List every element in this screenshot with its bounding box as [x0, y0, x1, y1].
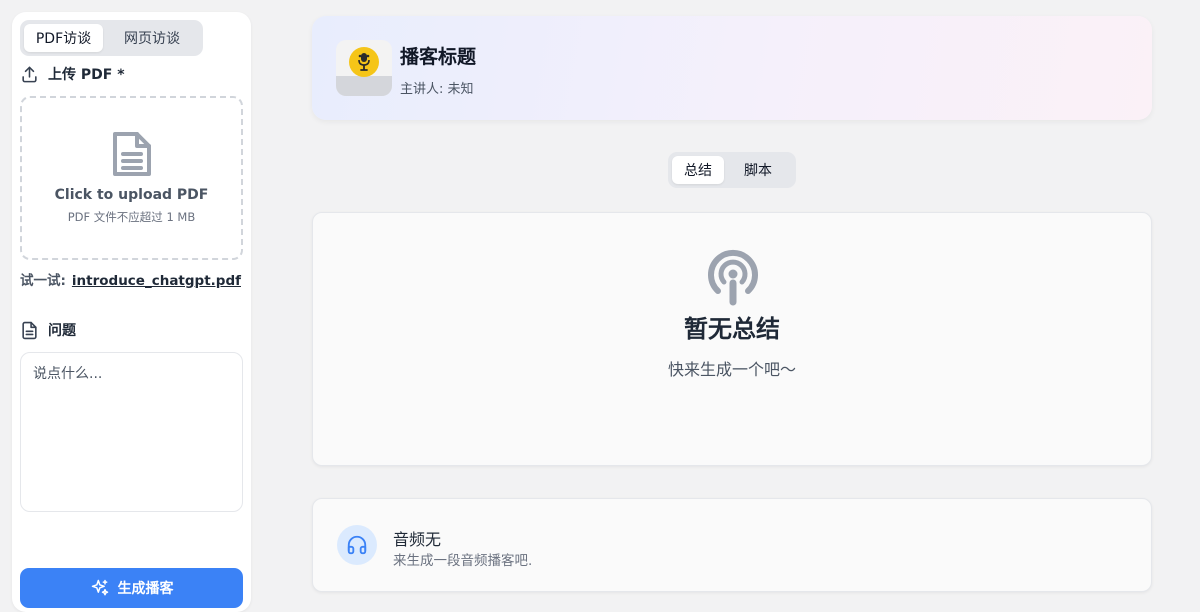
tab-script[interactable]: 脚本 [728, 156, 788, 184]
try-row: 试一试: introduce_chatgpt.pdf [20, 269, 241, 289]
upload-label: 上传 PDF * [20, 64, 125, 84]
summary-empty-subtitle: 快来生成一个吧～ [667, 360, 796, 379]
podcast-header: 播客标题 主讲人: 未知 [312, 16, 1152, 120]
avatar-base [336, 76, 392, 96]
sparkles-icon [91, 579, 108, 596]
question-label: 问题 [20, 320, 76, 340]
headphones-icon [337, 525, 377, 565]
tab-summary[interactable]: 总结 [672, 156, 724, 184]
microphone-icon [349, 47, 379, 77]
summary-panel: 暂无总结 快来生成一个吧～ [312, 212, 1152, 466]
try-prefix: 试一试: [20, 273, 66, 289]
document-icon [112, 132, 151, 176]
sample-pdf-link[interactable]: introduce_chatgpt.pdf [72, 273, 241, 289]
upload-icon [22, 66, 37, 82]
content-tabs: 总结 脚本 [668, 152, 796, 188]
pdf-upload-dropzone[interactable]: Click to upload PDF PDF 文件不应超过 1 MB [20, 96, 243, 260]
tab-web-interview[interactable]: 网页访谈 [105, 24, 199, 52]
audio-panel: 音频无 来生成一段音频播客吧. [312, 498, 1152, 592]
upload-title: Click to upload PDF [54, 187, 209, 203]
upload-label-text: 上传 PDF * [48, 67, 125, 83]
podcast-avatar [336, 40, 392, 96]
upload-hint: PDF 文件不应超过 1 MB [67, 210, 196, 224]
mode-toggle: PDF访谈 网页访谈 [20, 20, 203, 56]
podcast-host: 主讲人: 未知 [400, 82, 474, 97]
podcast-title: 播客标题 [400, 46, 477, 68]
generate-button-label: 生成播客 [117, 580, 174, 596]
question-label-text: 问题 [48, 323, 76, 339]
generate-podcast-button[interactable]: 生成播客 [20, 568, 243, 608]
summary-empty-title: 暂无总结 [684, 315, 780, 343]
audio-subtitle: 来生成一段音频播客吧. [393, 553, 533, 569]
question-input[interactable] [20, 352, 243, 512]
audio-title: 音频无 [393, 530, 442, 549]
note-icon [22, 321, 37, 339]
sidebar: PDF访谈 网页访谈 上传 PDF * Click to upload PDF … [12, 12, 251, 612]
tab-pdf-interview[interactable]: PDF访谈 [24, 24, 103, 52]
podcast-icon [708, 249, 758, 306]
